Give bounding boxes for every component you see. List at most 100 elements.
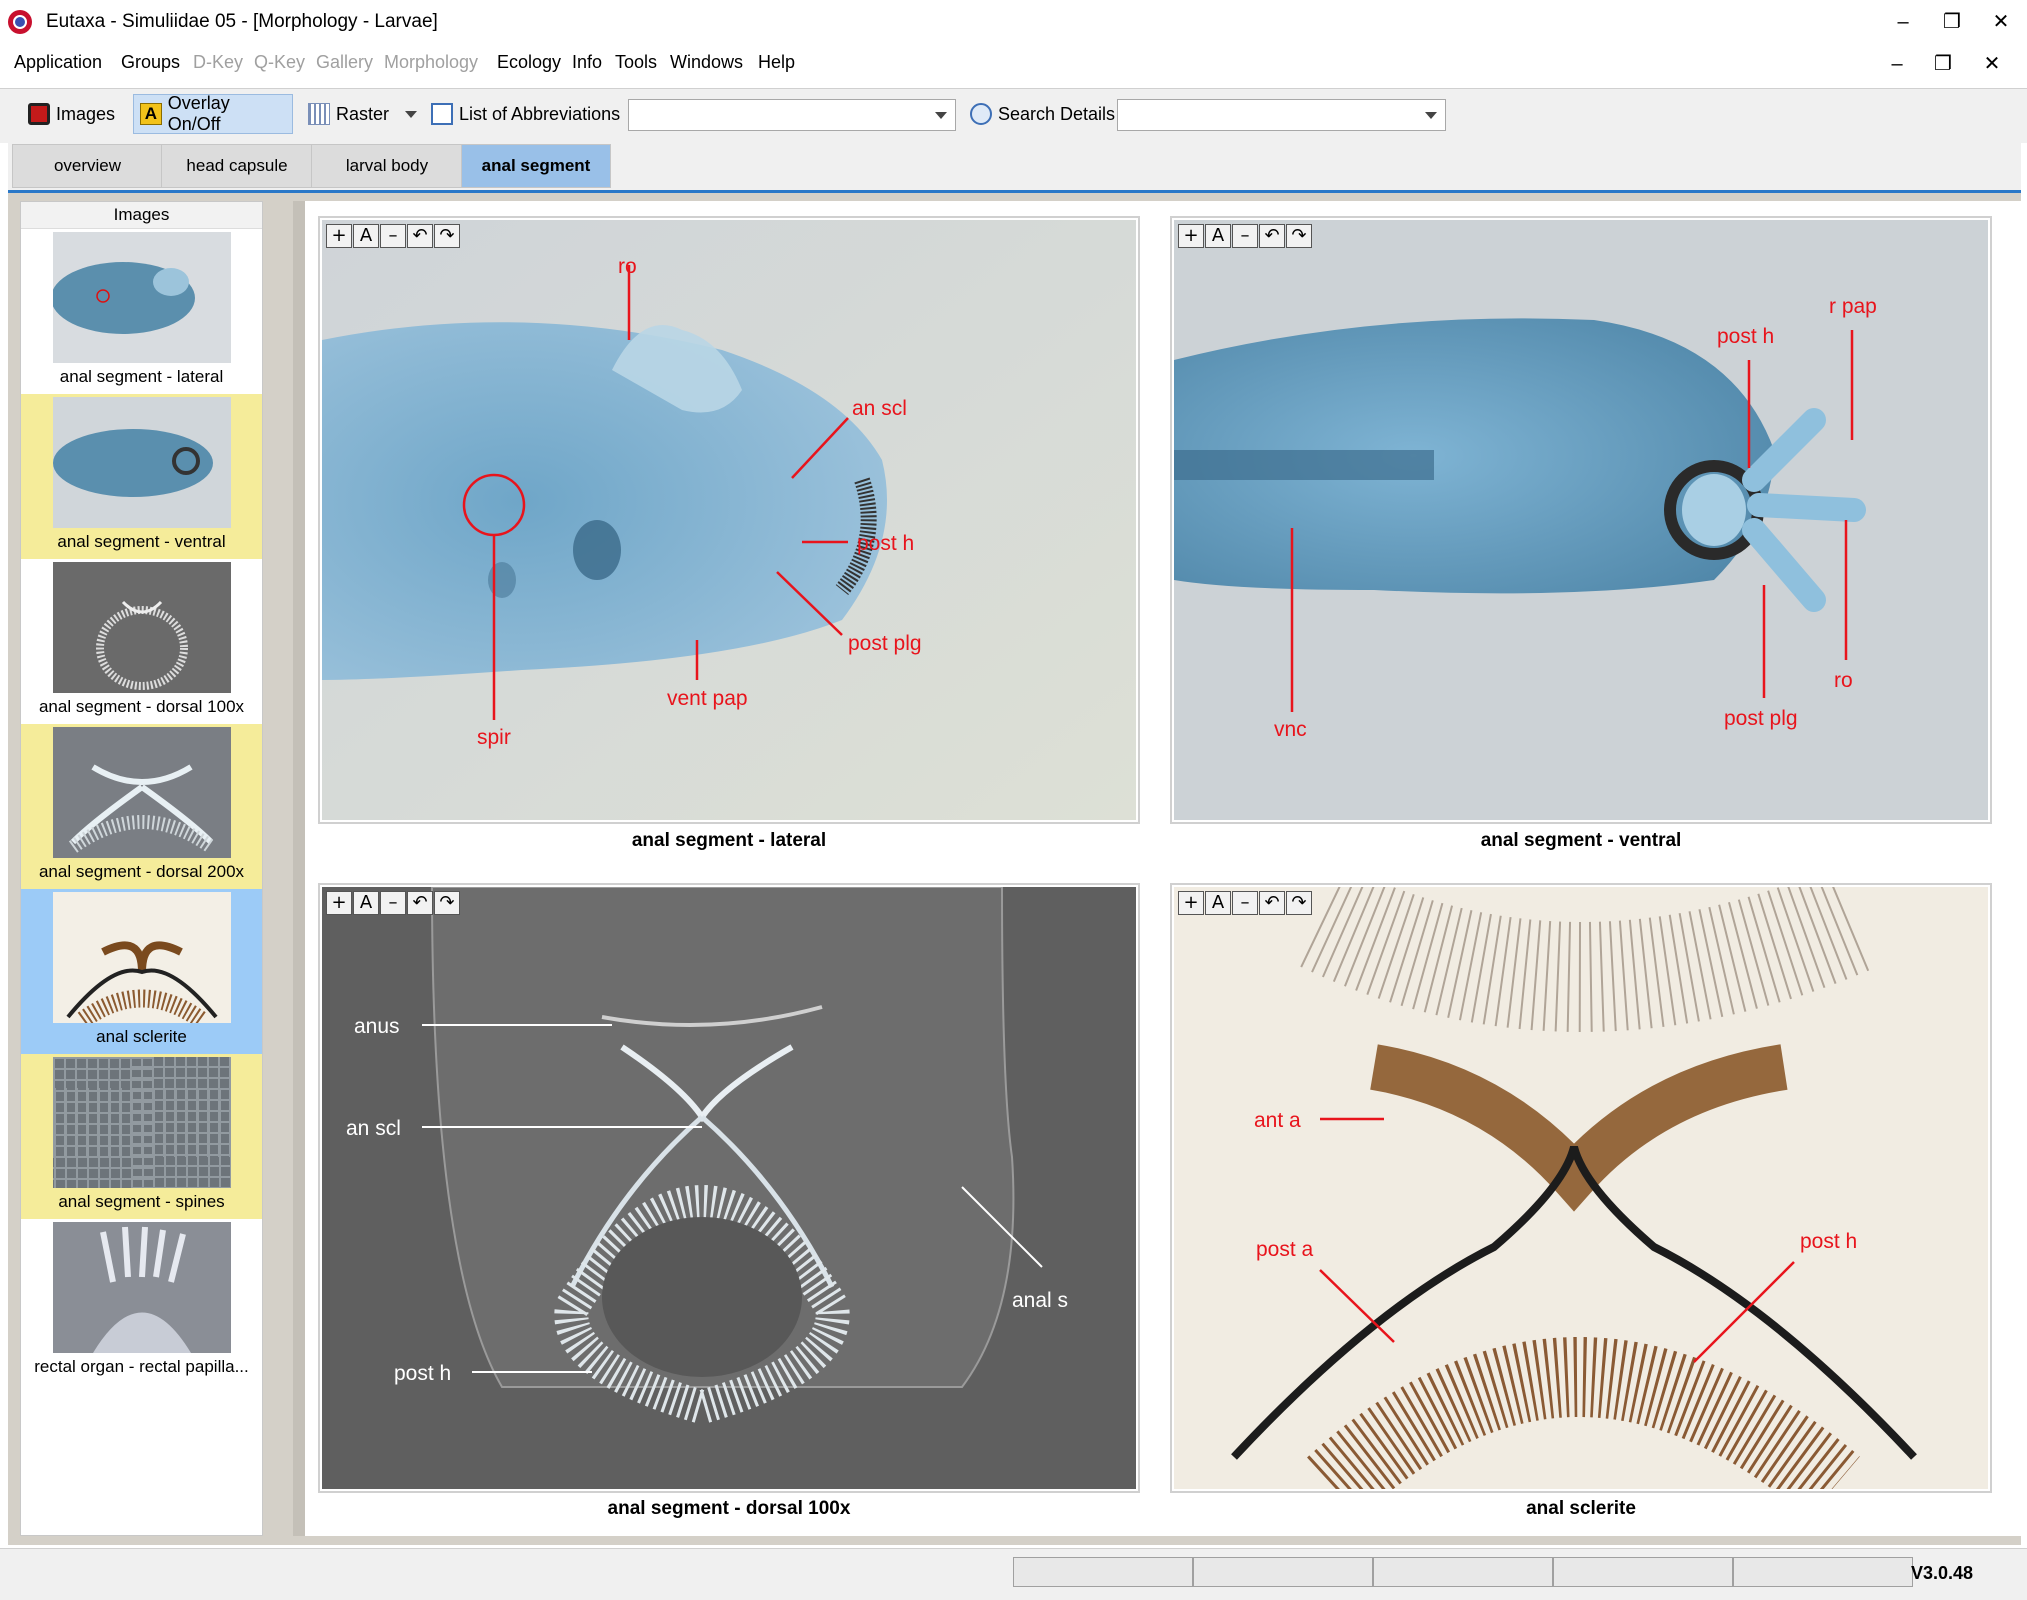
chevron-down-icon <box>935 112 947 119</box>
maximize-button[interactable]: ❐ <box>1929 6 1975 38</box>
status-cell <box>1193 1557 1373 1587</box>
annotation-label: post h <box>1800 1230 1857 1253</box>
image-panel-anal-sclerite[interactable]: + A – ↶ ↷ ant a post a post h <box>1170 883 1992 1493</box>
menu-help[interactable]: Help <box>758 52 795 73</box>
annotation-label: post plg <box>1724 707 1798 730</box>
menu-q-key[interactable]: Q-Key <box>254 52 305 73</box>
rotate-right-button[interactable]: ↷ <box>1286 224 1312 248</box>
zoom-out-button[interactable]: – <box>380 224 406 248</box>
zoom-in-button[interactable]: + <box>1178 224 1204 248</box>
annotation-label: post a <box>1256 1238 1314 1261</box>
menu-groups[interactable]: Groups <box>121 52 180 73</box>
annotation-label: spir <box>477 726 511 749</box>
menu-morphology[interactable]: Morphology <box>384 52 478 73</box>
menu-application[interactable]: Application <box>14 52 102 73</box>
zoom-out-button[interactable]: – <box>1232 224 1258 248</box>
mdi-restore-button[interactable]: ❐ <box>1926 50 1960 78</box>
micrograph-dorsal-100x: anus an scl anal s post h <box>322 887 1136 1489</box>
panel-caption: anal segment - lateral <box>631 830 827 851</box>
rotate-left-button[interactable]: ↶ <box>407 891 433 915</box>
version-label: V3.0.48 <box>1910 1563 1973 1583</box>
tab-overview[interactable]: overview <box>12 144 163 188</box>
thumbnail-image <box>53 1222 231 1353</box>
mdi-close-button[interactable]: ✕ <box>1975 50 2009 78</box>
search-icon <box>970 103 992 125</box>
thumbnail-label: anal sclerite <box>96 1027 187 1046</box>
panel-splitter[interactable] <box>293 201 305 1536</box>
rotate-left-button[interactable]: ↶ <box>407 224 433 248</box>
abbreviations-select[interactable] <box>628 99 956 131</box>
abbreviations-button-label: List of Abbreviations <box>459 103 621 124</box>
menu-ecology[interactable]: Ecology <box>497 52 561 73</box>
mdi-minimize-button[interactable]: – <box>1880 50 1914 78</box>
search-details-select[interactable] <box>1117 99 1446 131</box>
annotation-button[interactable]: A <box>1205 224 1231 248</box>
annotation-label: ant a <box>1254 1109 1301 1132</box>
overlay-toggle-button[interactable]: A Overlay On/Off <box>133 93 293 134</box>
zoom-out-button[interactable]: – <box>380 891 406 915</box>
thumbnail-label: anal segment - spines <box>58 1192 225 1211</box>
tab-anal-segment[interactable]: anal segment <box>461 144 611 188</box>
annotation-button[interactable]: A <box>353 224 379 248</box>
panel-caption: anal segment - ventral <box>1480 830 1682 851</box>
rotate-left-button[interactable]: ↶ <box>1259 224 1285 248</box>
rotate-right-button[interactable]: ↷ <box>434 891 460 915</box>
thumbnail-item[interactable]: anal segment - lateral <box>21 229 262 394</box>
minimize-button[interactable]: – <box>1880 6 1926 38</box>
tab-bar: overview head capsule larval body anal s… <box>8 142 2021 193</box>
chevron-down-icon <box>1425 112 1437 119</box>
thumbnail-label: rectal organ - rectal papilla... <box>34 1357 249 1376</box>
thumbnail-item[interactable]: anal segment - dorsal 200x <box>21 724 262 889</box>
annotation-label: vnc <box>1274 718 1307 741</box>
rotate-left-button[interactable]: ↶ <box>1259 891 1285 915</box>
zoom-out-button[interactable]: – <box>1232 891 1258 915</box>
chevron-down-icon <box>405 110 418 118</box>
zoom-in-button[interactable]: + <box>326 224 352 248</box>
search-details-label: Search Details <box>998 103 1116 124</box>
tab-head-capsule[interactable]: head capsule <box>161 144 313 188</box>
thumbnail-label: anal segment - ventral <box>57 532 226 551</box>
images-button[interactable]: Images <box>22 94 121 134</box>
raster-dropdown-button[interactable]: Raster <box>302 94 423 134</box>
menu-windows[interactable]: Windows <box>670 52 743 73</box>
image-toolbar: + A – ↶ ↷ <box>326 224 460 248</box>
thumbnail-item[interactable]: anal sclerite <box>21 889 262 1054</box>
document-list-icon <box>431 103 453 125</box>
thumbnail-image <box>53 1057 231 1188</box>
status-cell <box>1733 1557 1913 1587</box>
image-panel-lateral[interactable]: + A – ↶ ↷ ro an scl post h post plg vent… <box>318 216 1140 824</box>
thumbnail-image <box>53 397 231 528</box>
image-panel-ventral[interactable]: + A – ↶ ↷ r pap post h vnc ro post plg <box>1170 216 1992 824</box>
image-sidebar: Images anal segment - lateral anal segme… <box>20 201 263 1536</box>
annotation-label: an scl <box>852 397 907 420</box>
zoom-in-button[interactable]: + <box>1178 891 1204 915</box>
menu-info[interactable]: Info <box>572 52 602 73</box>
rotate-right-button[interactable]: ↷ <box>434 224 460 248</box>
thumbnail-item[interactable]: anal segment - spines <box>21 1054 262 1219</box>
menu-tools[interactable]: Tools <box>615 52 657 73</box>
thumbnail-label: anal segment - dorsal 200x <box>38 862 245 881</box>
tab-larval-body[interactable]: larval body <box>311 144 463 188</box>
thumbnail-image <box>53 562 231 693</box>
annotation-button[interactable]: A <box>353 891 379 915</box>
panel-caption: anal segment - dorsal 100x <box>607 1498 851 1519</box>
image-panel-dorsal-100x[interactable]: + A – ↶ ↷ anus an scl anal s post h <box>318 883 1140 1493</box>
thumbnail-item[interactable]: anal segment - dorsal 100x <box>21 559 262 724</box>
search-details-button[interactable]: Search Details <box>964 94 1121 134</box>
thumbnail-item[interactable]: rectal organ - rectal papilla... <box>21 1219 262 1384</box>
annotation-button[interactable]: A <box>1205 891 1231 915</box>
toolbar: Images A Overlay On/Off Raster List of A… <box>0 88 2027 143</box>
rotate-right-button[interactable]: ↷ <box>1286 891 1312 915</box>
close-button[interactable]: ✕ <box>1978 6 2024 38</box>
image-toolbar: + A – ↶ ↷ <box>1178 891 1312 915</box>
annotation-label: post h <box>1717 325 1774 348</box>
status-cell <box>1013 1557 1193 1587</box>
thumbnail-item[interactable]: anal segment - ventral <box>21 394 262 559</box>
menu-d-key[interactable]: D-Key <box>193 52 243 73</box>
zoom-in-button[interactable]: + <box>326 891 352 915</box>
images-button-label: Images <box>56 103 116 124</box>
thumbnail-label: anal segment - dorsal 100x <box>38 697 245 716</box>
abbreviations-button[interactable]: List of Abbreviations <box>425 94 626 134</box>
menu-gallery[interactable]: Gallery <box>316 52 373 73</box>
image-toolbar: + A – ↶ ↷ <box>1178 224 1312 248</box>
